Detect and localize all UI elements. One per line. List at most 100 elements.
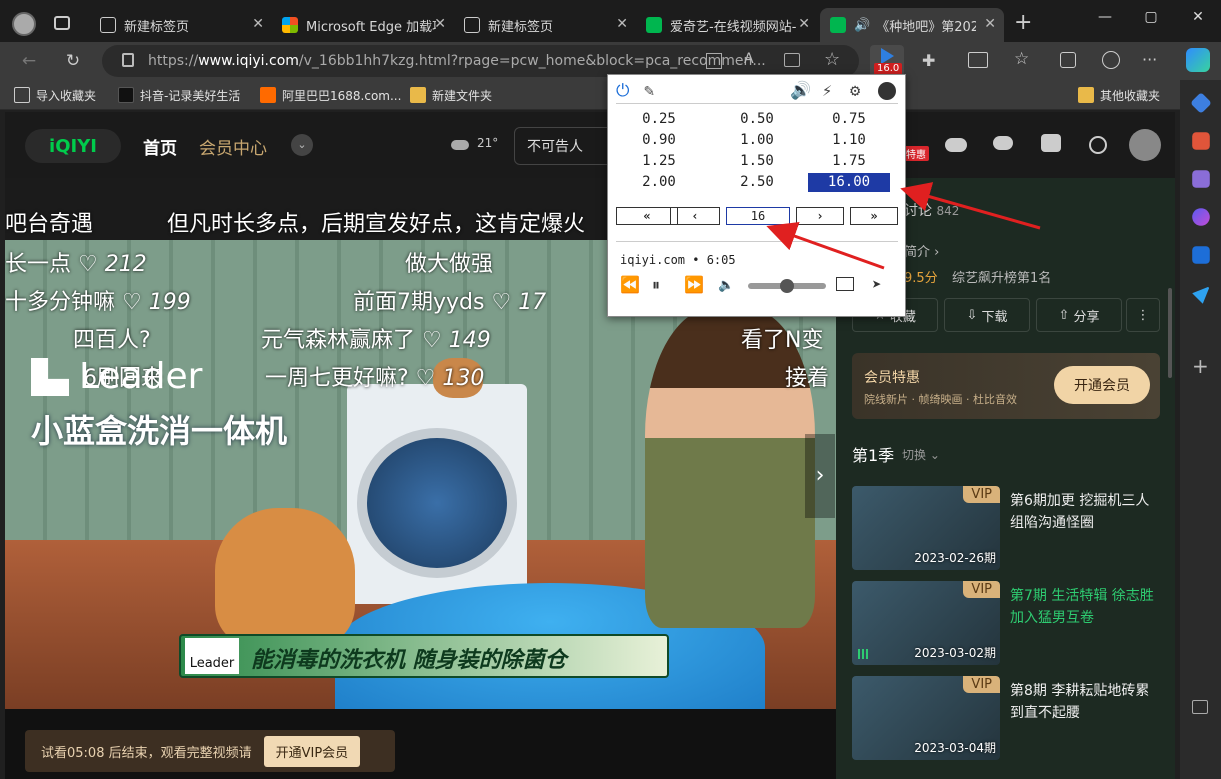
- rate-option[interactable]: 0.50: [716, 110, 798, 129]
- back-button[interactable]: ←: [14, 47, 44, 75]
- rewind-icon[interactable]: ⏪: [620, 275, 640, 294]
- read-aloud-icon[interactable]: A: [744, 51, 754, 67]
- episode-title[interactable]: 第6期加更 挖掘机三人组陷沟通怪圈: [1010, 490, 1160, 534]
- outlook-icon[interactable]: [1192, 246, 1210, 264]
- gear-icon[interactable]: ⚙: [850, 81, 860, 101]
- picture-in-picture-icon[interactable]: [836, 277, 854, 291]
- favorites-icon[interactable]: ☆: [1014, 49, 1029, 69]
- bookmark-import[interactable]: 导入收藏夹: [14, 85, 96, 105]
- browser-essentials-icon[interactable]: [1102, 51, 1120, 69]
- open-vip-button[interactable]: 开通VIP会员: [263, 735, 361, 767]
- copilot-sidebar-icon[interactable]: [1192, 208, 1210, 226]
- volume-knob[interactable]: [780, 279, 794, 293]
- rate-option[interactable]: 2.50: [716, 173, 798, 192]
- split-screen-icon[interactable]: [968, 52, 988, 68]
- speed-extension-button[interactable]: 16.0: [870, 45, 904, 77]
- volume-icon[interactable]: 🔊: [790, 81, 811, 101]
- rate-option[interactable]: 0.75: [808, 110, 890, 129]
- lightning-icon[interactable]: ⚡: [822, 81, 832, 101]
- toolbox-icon[interactable]: [1192, 132, 1210, 150]
- audio-playing-icon[interactable]: 🔊: [854, 18, 870, 33]
- bookmark-douyin[interactable]: 抖音-记录美好生活: [118, 85, 240, 105]
- rate-option[interactable]: 0.90: [618, 131, 700, 150]
- episode-title[interactable]: 第8期 李耕耘贴地砖累到直不起腰: [1010, 680, 1160, 724]
- tab-new-tab-1[interactable]: 新建标签页 ✕: [90, 8, 272, 42]
- discuss-tab[interactable]: 讨论 842: [904, 200, 959, 220]
- extensions-puzzle-icon[interactable]: ✚: [922, 51, 935, 70]
- episode-title[interactable]: 第7期 生活特辑 徐志胜加入猛男互卷: [1010, 585, 1160, 629]
- tab-iqiyi-home[interactable]: 爱奇艺-在线视频网站- ✕: [636, 8, 818, 42]
- episode-item[interactable]: VIP 2023-03-04期 第8期 李耕耘贴地砖累到直不起腰: [852, 676, 1162, 760]
- minimize-button[interactable]: —: [1082, 0, 1128, 34]
- episode-thumbnail[interactable]: VIP 2023-03-02期: [852, 581, 1000, 665]
- rank-text[interactable]: 综艺飙升榜第1名: [952, 267, 1051, 286]
- rate-option[interactable]: 1.75: [808, 152, 890, 171]
- season-switch[interactable]: 切换 ⌄: [902, 446, 940, 463]
- lock-icon[interactable]: [122, 53, 134, 67]
- tag-icon[interactable]: [1190, 92, 1212, 114]
- bookmark-alibaba[interactable]: 阿里巴巴1688.com...: [260, 85, 401, 105]
- episode-item-playing[interactable]: VIP 2023-03-02期 第7期 生活特辑 徐志胜加入猛男互卷: [852, 581, 1162, 665]
- user-avatar[interactable]: [1129, 129, 1161, 161]
- immersive-reader-icon[interactable]: [784, 53, 800, 67]
- search-input[interactable]: 不可告人: [514, 127, 614, 165]
- next-arrow-icon[interactable]: ›: [805, 434, 835, 518]
- tab-actions-icon[interactable]: [54, 16, 70, 30]
- message-icon[interactable]: [1041, 134, 1061, 152]
- promo-badge[interactable]: 特惠: [903, 146, 929, 161]
- pause-icon[interactable]: ⏸: [652, 275, 660, 295]
- close-icon[interactable]: ✕: [252, 16, 264, 32]
- power-icon[interactable]: ⏻: [616, 81, 629, 101]
- bookmark-new-folder[interactable]: 新建文件夹: [410, 85, 492, 105]
- share-button[interactable]: ⇧ 分享: [1036, 298, 1122, 332]
- profile-avatar[interactable]: [12, 12, 36, 36]
- sidebar-settings-icon[interactable]: [1192, 700, 1208, 714]
- github-icon[interactable]: [878, 82, 896, 100]
- iqiyi-logo[interactable]: iQIYI: [25, 129, 121, 163]
- episode-thumbnail[interactable]: VIP 2023-02-26期: [852, 486, 1000, 570]
- collections-icon[interactable]: [1060, 52, 1076, 68]
- tab-new-tab-2[interactable]: 新建标签页 ✕: [454, 8, 636, 42]
- nav-vip-center[interactable]: 会员中心: [199, 134, 267, 159]
- app-available-icon[interactable]: [706, 53, 722, 69]
- rate-option[interactable]: 1.00: [716, 131, 798, 150]
- rate-last-button[interactable]: »: [850, 207, 898, 225]
- open-membership-button[interactable]: 开通会员: [1054, 366, 1150, 404]
- maximize-button[interactable]: ▢: [1128, 0, 1174, 34]
- rate-option[interactable]: 1.10: [808, 131, 890, 150]
- close-icon[interactable]: ✕: [434, 16, 446, 32]
- rate-option[interactable]: 1.50: [716, 152, 798, 171]
- tab-zhongdiba[interactable]: 🔊 《种地吧》第202 ✕: [820, 8, 1004, 42]
- upload-cloud-icon[interactable]: [993, 136, 1013, 150]
- close-icon[interactable]: ✕: [798, 16, 810, 32]
- more-options-icon[interactable]: ···: [1142, 50, 1157, 69]
- close-icon[interactable]: ✕: [616, 16, 628, 32]
- nav-home[interactable]: 首页: [143, 134, 177, 159]
- episode-item[interactable]: VIP 2023-02-26期 第6期加更 挖掘机三人组陷沟通怪圈: [852, 486, 1162, 570]
- history-icon[interactable]: [1089, 136, 1107, 154]
- cursor-icon[interactable]: ➤: [872, 275, 882, 294]
- close-window-button[interactable]: ✕: [1175, 0, 1221, 34]
- rate-option[interactable]: 0.25: [618, 110, 700, 129]
- rate-option[interactable]: 1.25: [618, 152, 700, 171]
- rate-input[interactable]: 16: [726, 207, 790, 225]
- rate-increase-button[interactable]: ›: [796, 207, 844, 225]
- more-button[interactable]: ⋮: [1126, 298, 1160, 332]
- rate-first-button[interactable]: «: [616, 207, 678, 225]
- rate-option[interactable]: 2.00: [618, 173, 700, 192]
- new-tab-button[interactable]: +: [1014, 12, 1032, 34]
- bookmark-other-favorites[interactable]: 其他收藏夹: [1078, 85, 1160, 105]
- chevron-down-icon[interactable]: ⌄: [291, 134, 313, 156]
- scrollbar[interactable]: [1168, 288, 1172, 378]
- volume-slider[interactable]: [748, 279, 826, 293]
- rate-option[interactable]: 16.00: [808, 173, 890, 192]
- episode-thumbnail[interactable]: VIP 2023-03-04期: [852, 676, 1000, 760]
- speaker-icon[interactable]: 🔈: [718, 278, 734, 293]
- games-icon[interactable]: [1192, 170, 1210, 188]
- vip-promo-card[interactable]: 会员特惠 院线新片 · 帧绮映画 · 杜比音效 开通会员: [852, 353, 1160, 419]
- intro-link[interactable]: 简介 ›: [904, 241, 939, 260]
- add-sidebar-icon[interactable]: +: [1192, 354, 1209, 378]
- pin-icon[interactable]: ✎: [644, 81, 654, 101]
- game-controller-icon[interactable]: [945, 138, 967, 152]
- close-icon[interactable]: ✕: [984, 16, 996, 32]
